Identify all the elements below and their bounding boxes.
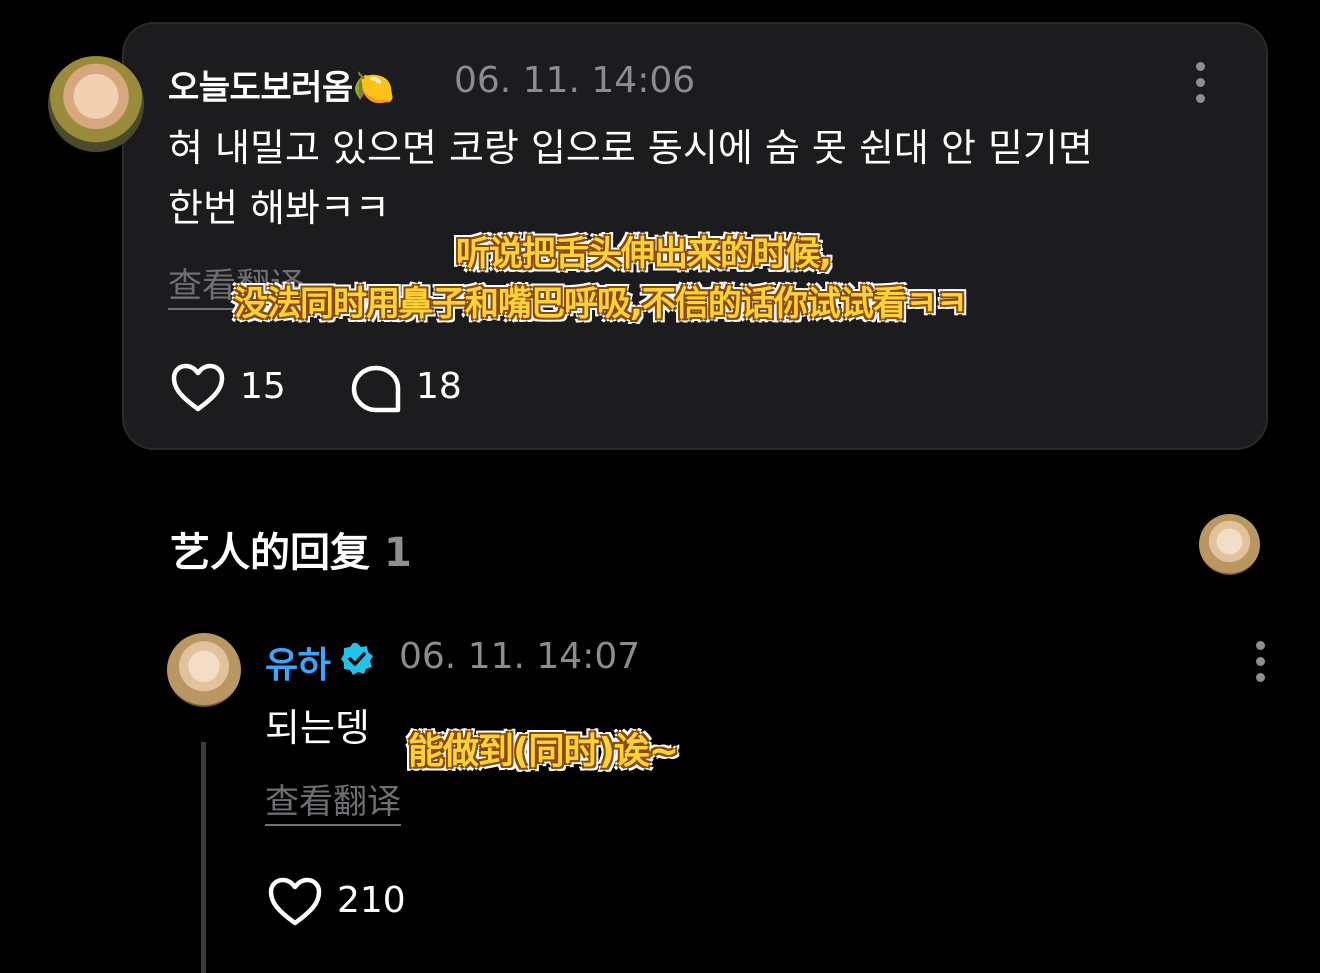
reply-count: 18 [416,366,462,407]
artist-reply-timestamp: 06. 11. 14:07 [399,636,641,677]
artist-reply-like-count: 210 [337,880,406,921]
artist-avatar-small[interactable] [1199,514,1260,575]
verified-badge-icon [340,642,374,680]
caption-bottom-line1: 能做到(同时)诶~ [408,731,679,772]
fan-comment-text-line1: 혀 내밀고 있으면 코랑 입으로 동시에 숨 못 쉰대 안 믿기면 [168,126,1093,170]
reply-thread-line [201,742,206,973]
caption-top-line2: 没法同时用鼻子和嘴巴呼吸,不信的话你试试看ㅋㅋ [234,284,967,324]
artist-reply-like-button[interactable] [267,876,323,928]
fan-comment-text: 혀 내밀고 있으면 코랑 입으로 동시에 숨 못 쉰대 안 믿기면 한번 해봐ㅋ… [168,118,1228,238]
artist-reply-count: 1 [383,530,412,576]
fan-avatar[interactable] [48,56,144,152]
artist-reply-title-text: 艺人的回复 [170,530,370,576]
caption-top-line1: 听说把舌头伸出来的时候, [456,234,832,274]
fan-comment-more-options-icon[interactable] [1194,62,1206,110]
comment-bubble-icon [351,365,401,413]
like-button[interactable] [170,362,226,414]
reply-button[interactable] [350,364,402,414]
heart-icon [171,363,225,412]
artist-reply-translate-link[interactable]: 查看翻译 [265,782,401,826]
artist-avatar[interactable] [167,633,241,707]
artist-reply-text: 되는뎅 [265,706,370,750]
fan-comment-timestamp: 06. 11. 14:06 [454,60,696,101]
heart-icon [268,877,322,926]
like-count: 15 [240,366,286,407]
artist-reply-more-options-icon[interactable] [1254,641,1266,689]
fan-username[interactable]: 오늘도보러옴🍋 [168,60,395,109]
artist-reply-section-title: 艺人的回复 1 [170,520,412,578]
artist-username[interactable]: 유하 [265,636,331,688]
